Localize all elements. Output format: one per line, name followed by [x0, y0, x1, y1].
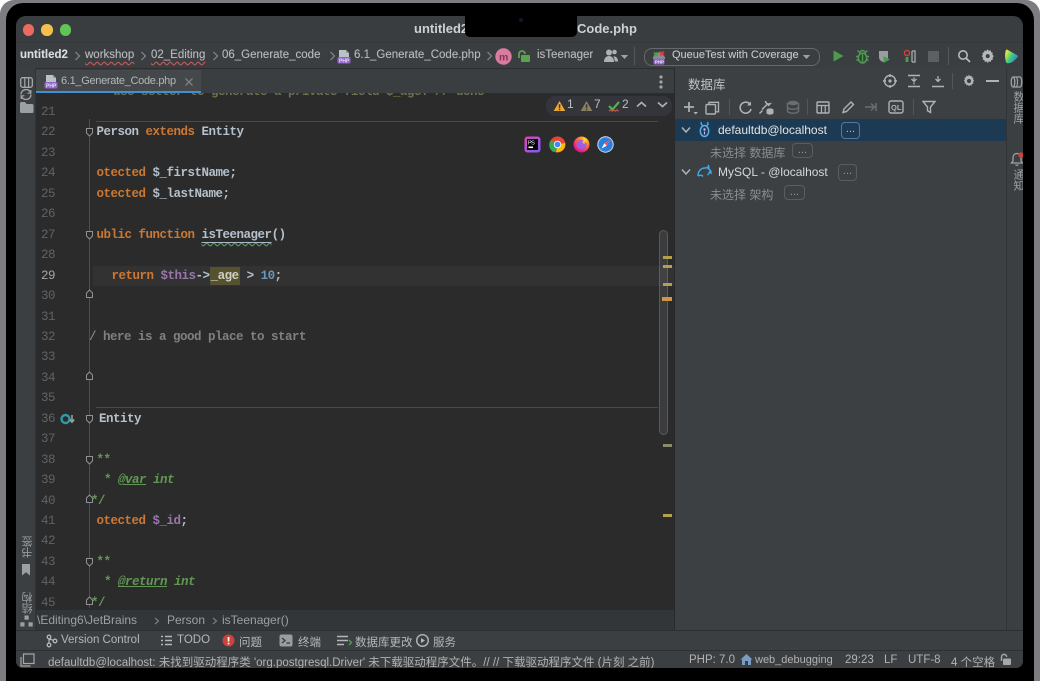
svg-text:m: m — [499, 51, 508, 63]
svg-text:PS: PS — [528, 141, 535, 147]
svg-text:PHP: PHP — [339, 58, 350, 64]
svg-text:PHP: PHP — [46, 83, 57, 89]
svg-text:PHP: PHP — [655, 59, 664, 64]
svg-text:QL: QL — [891, 103, 902, 112]
